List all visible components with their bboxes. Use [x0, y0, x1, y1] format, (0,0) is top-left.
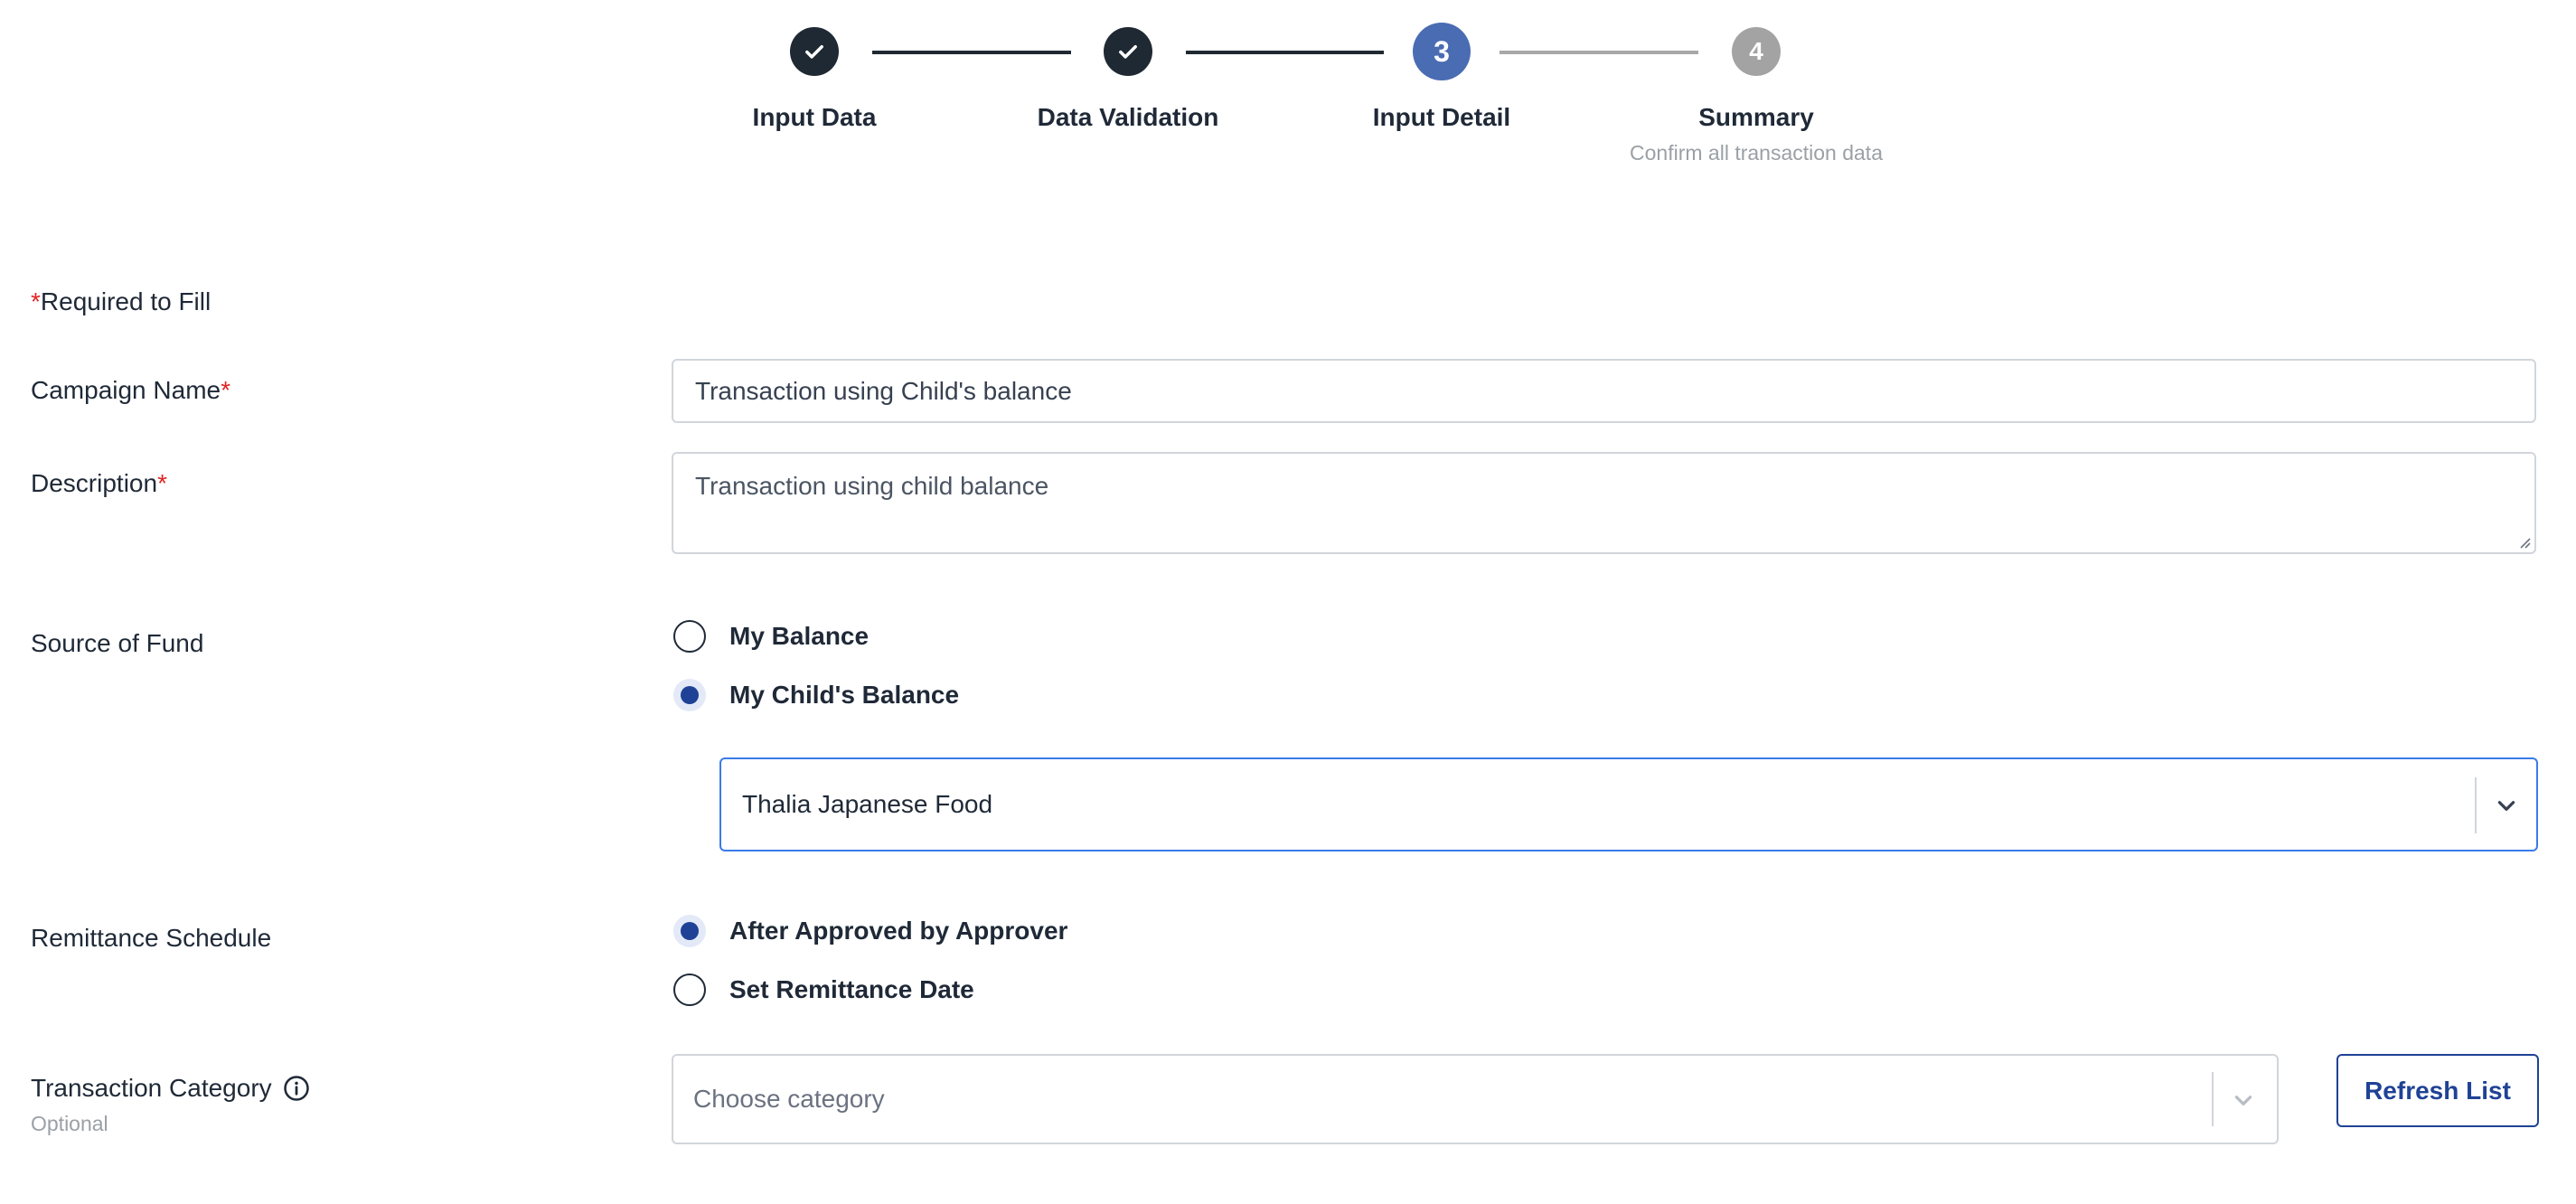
radio-my-balance[interactable]: My Balance — [673, 620, 869, 653]
step-input-detail: 3 Input Detail — [1261, 23, 1622, 132]
child-account-value: Thalia Japanese Food — [742, 790, 993, 818]
radio-button-selected[interactable] — [673, 915, 706, 947]
radio-after-approved-label: After Approved by Approver — [729, 917, 1068, 945]
required-asterisk: * — [31, 287, 41, 315]
radio-my-childs-balance[interactable]: My Child's Balance — [673, 679, 959, 711]
step-data-validation: Data Validation — [947, 27, 1309, 132]
campaign-name-input[interactable]: Transaction using Child's balance — [672, 359, 2536, 423]
step-summary: 4 Summary Confirm all transaction data — [1575, 27, 1937, 165]
transaction-category-placeholder: Choose category — [693, 1085, 885, 1113]
radio-button-selected[interactable] — [673, 679, 706, 711]
radio-set-remittance-date-label: Set Remittance Date — [729, 975, 974, 1003]
step-1-check-badge — [790, 27, 839, 76]
step-1-label: Input Data — [752, 103, 877, 131]
remittance-schedule-label: Remittance Schedule — [31, 924, 272, 952]
step-3-label: Input Detail — [1372, 103, 1511, 131]
step-4-label: Summary — [1698, 103, 1814, 131]
description-label: Description* — [31, 469, 167, 498]
radio-button[interactable] — [673, 620, 706, 653]
step-3-number: 3 — [1413, 23, 1471, 80]
campaign-name-label: Campaign Name* — [31, 376, 230, 405]
step-2-check-badge — [1104, 27, 1152, 76]
chevron-down-icon[interactable] — [2495, 794, 2518, 817]
required-note-text: Required to Fill — [40, 287, 212, 315]
step-4-number: 4 — [1732, 27, 1781, 76]
select-separator — [2212, 1072, 2214, 1126]
radio-set-remittance-date[interactable]: Set Remittance Date — [673, 974, 974, 1006]
radio-my-balance-label: My Balance — [729, 622, 870, 650]
refresh-list-button[interactable]: Refresh List — [2336, 1054, 2539, 1127]
check-icon — [805, 45, 823, 59]
description-label-text: Description — [31, 469, 158, 497]
required-asterisk: * — [157, 469, 167, 497]
check-icon — [1119, 45, 1137, 59]
transaction-category-label-text: Transaction Category — [31, 1074, 272, 1102]
campaign-name-label-text: Campaign Name — [31, 376, 221, 404]
radio-after-approved[interactable]: After Approved by Approver — [673, 915, 1067, 947]
transaction-category-select[interactable]: Choose category — [672, 1054, 2279, 1144]
radio-button[interactable] — [673, 974, 706, 1006]
source-of-fund-label: Source of Fund — [31, 629, 204, 657]
step-input-data: Input Data — [634, 27, 995, 132]
campaign-name-value: Transaction using Child's balance — [695, 376, 1072, 405]
progress-stepper: Input Data Data Validation 3 Input Detai… — [0, 23, 2576, 172]
select-separator — [2475, 777, 2477, 833]
required-asterisk: * — [221, 376, 231, 404]
transaction-category-optional: Optional — [31, 1112, 108, 1135]
info-icon[interactable] — [283, 1075, 310, 1102]
description-textarea[interactable]: Transaction using child balance — [672, 452, 2536, 554]
description-value: Transaction using child balance — [695, 472, 1049, 500]
step-4-subtitle: Confirm all transaction data — [1630, 141, 1883, 165]
resize-grip-icon[interactable] — [2516, 534, 2531, 549]
step-2-label: Data Validation — [1037, 103, 1219, 131]
chevron-down-icon[interactable] — [2232, 1088, 2255, 1112]
radio-my-childs-balance-label: My Child's Balance — [729, 681, 960, 709]
child-account-select[interactable]: Thalia Japanese Food — [719, 757, 2538, 851]
transaction-category-label: Transaction Category — [31, 1074, 310, 1103]
required-note: *Required to Fill — [31, 287, 211, 316]
